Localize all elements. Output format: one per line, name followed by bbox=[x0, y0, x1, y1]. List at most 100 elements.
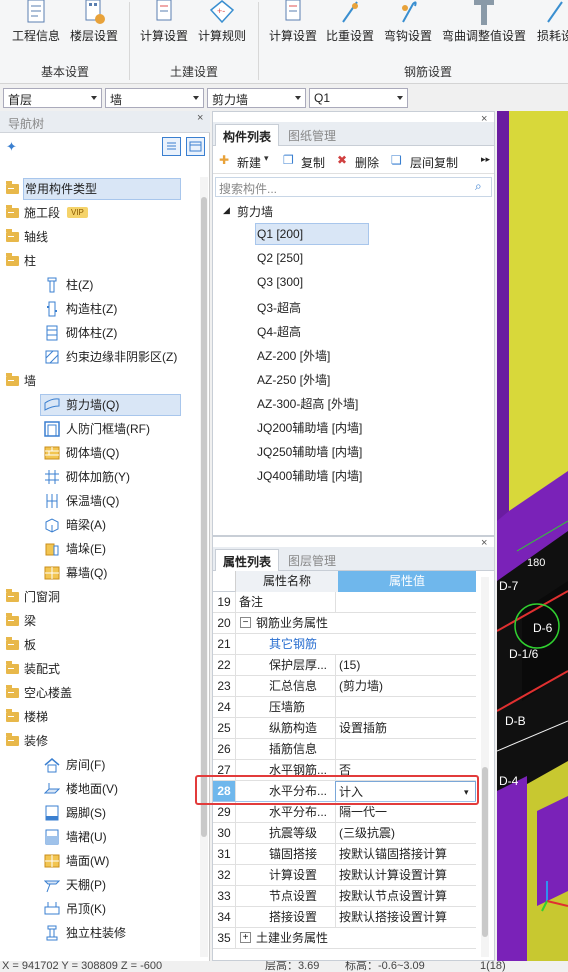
property-value[interactable] bbox=[335, 697, 476, 717]
component-item[interactable]: Q3 [300] bbox=[257, 275, 303, 289]
tab-property-list[interactable]: 属性列表 bbox=[215, 549, 280, 571]
component-item[interactable]: Q3-超高 bbox=[257, 299, 301, 316]
property-row[interactable]: 32 计算设置 按默认计算设置计算 bbox=[213, 865, 476, 886]
component-item[interactable]: Q4-超高 bbox=[257, 323, 301, 340]
property-value[interactable]: 按默认搭接设置计算 bbox=[335, 907, 476, 927]
property-row[interactable]: 23 汇总信息 (剪力墙) bbox=[213, 676, 476, 697]
nav-scrollbar[interactable] bbox=[200, 177, 208, 957]
expand-group-icon[interactable]: + bbox=[240, 932, 251, 943]
property-row[interactable]: 29 水平分布... 隔一代一 bbox=[213, 802, 476, 823]
density-settings-button[interactable]: 比重设置 bbox=[323, 0, 377, 62]
component-item[interactable]: JQ200辅助墙 [内墙] bbox=[257, 419, 362, 436]
type-select[interactable]: 剪力墙 bbox=[207, 88, 306, 108]
tab-drawing-management[interactable]: 图纸管理 bbox=[281, 124, 343, 146]
property-row[interactable]: 26 插筋信息 bbox=[213, 739, 476, 760]
hook-settings-button[interactable]: 弯钩设置 bbox=[380, 0, 436, 62]
hatch-icon bbox=[45, 350, 59, 364]
property-row[interactable]: 35 + 土建业务属性 bbox=[213, 928, 476, 949]
delete-button[interactable]: 删除 bbox=[355, 154, 379, 171]
property-value[interactable]: (剪力墙) bbox=[335, 676, 476, 696]
property-row[interactable]: 27 水平钢筋... 否 bbox=[213, 760, 476, 781]
calc-settings-button[interactable]: 计算设置 bbox=[136, 0, 192, 62]
property-value[interactable] bbox=[335, 739, 476, 759]
property-row[interactable]: 20− 钢筋业务属性 bbox=[213, 613, 476, 634]
search-icon[interactable]: ⌕ bbox=[475, 179, 482, 194]
floor-settings-button[interactable]: 楼层设置 bbox=[66, 0, 122, 62]
property-row[interactable]: 19 备注 bbox=[213, 592, 476, 613]
row-number: 33 bbox=[217, 889, 231, 903]
property-row[interactable]: 21 其它钢筋 bbox=[213, 634, 476, 655]
scrollbar-thumb[interactable] bbox=[201, 197, 207, 837]
property-group-label: 土建业务属性 bbox=[256, 931, 329, 945]
rebar-grid-icon bbox=[45, 470, 59, 484]
property-value[interactable]: 按默认锚固搭接计算 bbox=[335, 844, 476, 864]
other-rebar-link[interactable]: 其它钢筋 bbox=[235, 634, 476, 654]
chevron-down-icon[interactable]: ▾ bbox=[464, 782, 469, 801]
property-value[interactable] bbox=[335, 592, 476, 612]
property-value[interactable]: 否 bbox=[335, 760, 476, 780]
collapse-icon[interactable]: ◢ bbox=[223, 205, 230, 216]
property-value[interactable]: 设置插筋 bbox=[335, 718, 476, 738]
nav-item-shear-wall[interactable]: 剪力墙(Q) bbox=[40, 393, 181, 417]
tab-component-list[interactable]: 构件列表 bbox=[215, 124, 280, 146]
floor-copy-button[interactable]: 层间复制 bbox=[410, 154, 458, 171]
floor-settings-label: 楼层设置 bbox=[69, 29, 118, 43]
property-value[interactable]: 隔一代一 bbox=[335, 802, 476, 822]
component-select[interactable]: Q1 bbox=[309, 88, 408, 108]
bend-adjust-button[interactable]: 弯曲调整值设置 bbox=[440, 0, 528, 62]
rebar-calc-settings-button[interactable]: 计算设置 bbox=[265, 0, 321, 62]
property-value[interactable]: (15) bbox=[335, 655, 476, 675]
component-item[interactable]: Q2 [250] bbox=[257, 251, 303, 265]
property-row[interactable]: 22 保护层厚... (15) bbox=[213, 655, 476, 676]
nav-item-common-types[interactable]: 常用构件类型 bbox=[4, 177, 181, 201]
component-item[interactable]: AZ-250 [外墙] bbox=[257, 371, 330, 388]
model-viewport[interactable]: D-7 D-6 D-1/6 D-B D-4 180 bbox=[497, 111, 568, 961]
component-item[interactable]: AZ-300-超高 [外墙] bbox=[257, 395, 358, 412]
folder-icon bbox=[6, 613, 19, 626]
more-icon[interactable]: ▸▸ bbox=[481, 154, 490, 165]
status-bar: X = 941702 Y = 308809 Z = -600 层高：3.69 标… bbox=[0, 961, 568, 972]
copy-button[interactable]: 复制 bbox=[301, 154, 325, 171]
property-row-active[interactable]: 28 水平分布... 计入 ▾ bbox=[213, 781, 476, 802]
property-row[interactable]: 25 纵筋构造 设置插筋 bbox=[213, 718, 476, 739]
nav-item-label: 独立柱装修 bbox=[66, 926, 127, 940]
axis-label: D-1/6 bbox=[509, 647, 539, 661]
component-item[interactable]: AZ-200 [外墙] bbox=[257, 347, 330, 364]
property-group: + 土建业务属性 bbox=[235, 928, 476, 948]
property-value[interactable]: (三级抗震) bbox=[335, 823, 476, 843]
project-info-button[interactable]: 工程信息 bbox=[6, 0, 66, 62]
component-item[interactable]: JQ250辅助墙 [内墙] bbox=[257, 443, 362, 460]
tile-view-icon[interactable] bbox=[186, 137, 205, 156]
chevron-down-icon[interactable]: ▾ bbox=[264, 153, 269, 164]
folder-icon bbox=[6, 205, 19, 218]
property-row[interactable]: 24 压墙筋 bbox=[213, 697, 476, 718]
nav-tree-list: 常用构件类型 施工段 VIP 轴线 柱 柱(Z) 构造柱(Z) 砌体柱(Z) 约束… bbox=[0, 177, 200, 961]
floor-settings-icon bbox=[85, 0, 105, 24]
property-row[interactable]: 34 搭接设置 按默认搭接设置计算 bbox=[213, 907, 476, 928]
scrollbar-thumb[interactable] bbox=[482, 767, 488, 937]
add-icon[interactable]: ✦ bbox=[6, 139, 17, 155]
property-row[interactable]: 30 抗震等级 (三级抗震) bbox=[213, 823, 476, 844]
calc-rules-button[interactable]: +- 计算规则 bbox=[194, 0, 250, 62]
property-scrollbar[interactable] bbox=[481, 577, 489, 957]
property-value[interactable]: 按默认计算设置计算 bbox=[335, 865, 476, 885]
column-icon bbox=[47, 277, 57, 293]
property-row[interactable]: 31 锚固搭接 按默认锚固搭接计算 bbox=[213, 844, 476, 865]
list-view-icon[interactable] bbox=[162, 137, 181, 156]
tab-layer-management[interactable]: 图层管理 bbox=[281, 549, 343, 571]
component-item[interactable]: Q1 [200] bbox=[257, 227, 303, 241]
floor-select[interactable]: 首层 bbox=[3, 88, 102, 108]
property-tabs: 属性列表 图层管理 bbox=[213, 547, 494, 571]
property-row[interactable]: 33 节点设置 按默认节点设置计算 bbox=[213, 886, 476, 907]
loss-settings-button[interactable]: 损耗设 bbox=[533, 0, 568, 62]
category-select[interactable]: 墙 bbox=[105, 88, 204, 108]
component-item[interactable]: JQ400辅助墙 [内墙] bbox=[257, 467, 362, 484]
property-value-dropdown[interactable]: 计入 ▾ bbox=[335, 781, 476, 801]
close-icon[interactable]: × bbox=[197, 112, 203, 124]
component-search-input[interactable]: 搜索构件... ⌕ bbox=[215, 177, 492, 197]
collapse-group-icon[interactable]: − bbox=[240, 617, 251, 628]
new-button[interactable]: 新建 bbox=[237, 154, 261, 171]
property-list-panel: × 属性列表 图层管理 属性名称 属性值 19 备注 20− 钢筋业务属性 21 其它… bbox=[212, 536, 495, 961]
property-value[interactable]: 按默认节点设置计算 bbox=[335, 886, 476, 906]
property-name: 计算设置 bbox=[235, 865, 335, 885]
